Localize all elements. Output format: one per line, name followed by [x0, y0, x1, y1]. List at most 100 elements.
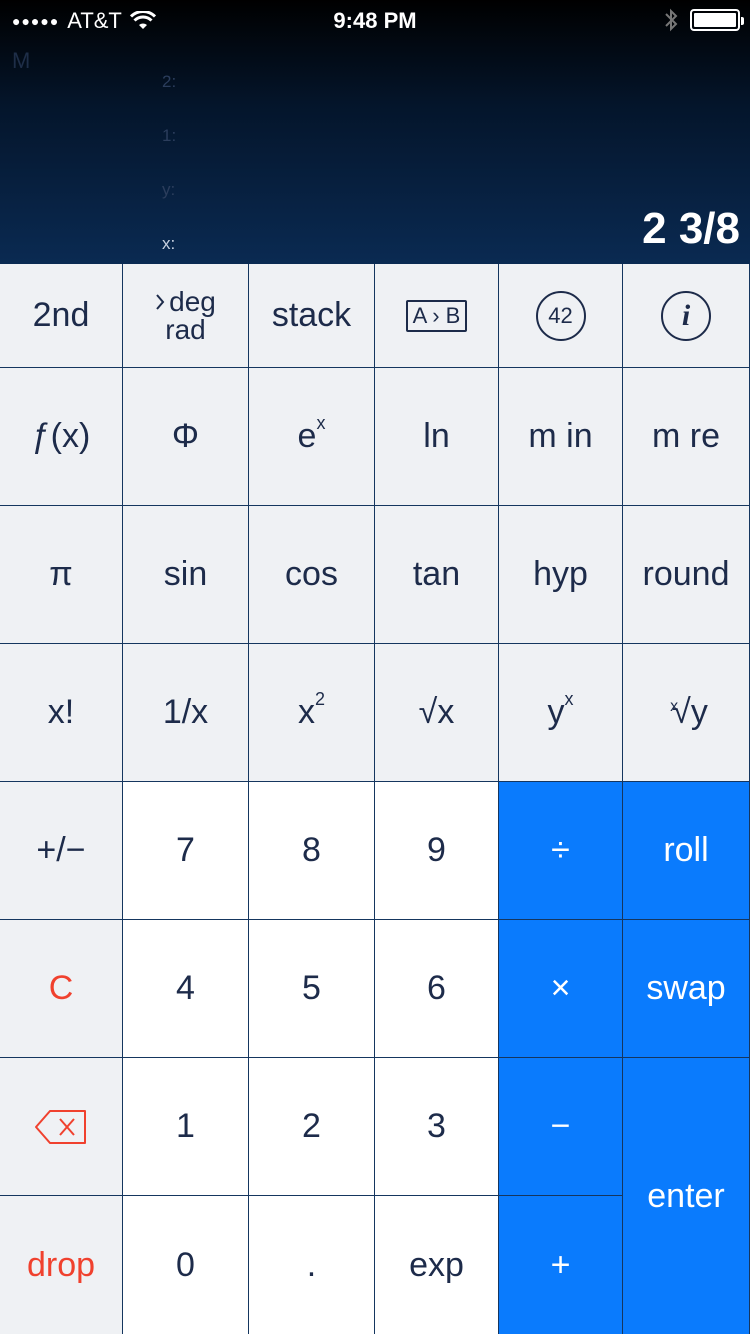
memory-in-button[interactable]: m in: [499, 368, 623, 506]
nth-root-label: x√y: [670, 693, 708, 731]
sin-label: sin: [163, 555, 208, 593]
second-function-button[interactable]: 2nd: [0, 264, 123, 368]
nth-root-button[interactable]: x√y: [623, 644, 750, 782]
square-root-button[interactable]: √x: [375, 644, 499, 782]
plus-minus-button[interactable]: +/−: [0, 782, 123, 920]
enter-label: enter: [647, 1176, 725, 1215]
round-button[interactable]: round: [623, 506, 750, 644]
angle-mode-button[interactable]: deg rad: [123, 264, 249, 368]
battery-icon: [690, 9, 744, 31]
exponent-label: exp: [409, 1245, 464, 1284]
square-root-label: √x: [418, 693, 455, 731]
tan-label: tan: [412, 555, 461, 593]
power-button[interactable]: yx: [499, 644, 623, 782]
hyp-button[interactable]: hyp: [499, 506, 623, 644]
digit-2-label: 2: [302, 1107, 321, 1145]
round-label: round: [642, 555, 730, 593]
multiply-label: ×: [550, 969, 571, 1007]
drop-button[interactable]: drop: [0, 1196, 123, 1334]
plus-button[interactable]: +: [499, 1196, 623, 1334]
deg-label: deg: [169, 285, 216, 317]
backspace-icon: [35, 1109, 86, 1144]
digit-6-button[interactable]: 6: [375, 920, 499, 1058]
reciprocal-button[interactable]: 1/x: [123, 644, 249, 782]
cos-button[interactable]: cos: [249, 506, 375, 644]
digit-3-button[interactable]: 3: [375, 1058, 499, 1196]
phi-button[interactable]: Φ: [123, 368, 249, 506]
plus-label: +: [550, 1245, 571, 1284]
minus-button[interactable]: −: [499, 1058, 623, 1196]
enter-button[interactable]: enter: [623, 1058, 750, 1334]
stack-label-1: 1:: [162, 126, 177, 145]
divide-button[interactable]: ÷: [499, 782, 623, 920]
info-icon: i: [661, 290, 711, 341]
digit-0-button[interactable]: 0: [123, 1196, 249, 1334]
stack-button[interactable]: stack: [249, 264, 375, 368]
memory-recall-button[interactable]: m re: [623, 368, 750, 506]
memory-in-label: m in: [528, 417, 593, 455]
function-button[interactable]: ƒ(x): [0, 368, 123, 506]
decimal-button[interactable]: .: [249, 1196, 375, 1334]
roll-button[interactable]: roll: [623, 782, 750, 920]
plus-minus-label: +/−: [36, 831, 86, 869]
digit-2-button[interactable]: 2: [249, 1058, 375, 1196]
reciprocal-label: 1/x: [162, 693, 209, 731]
minus-label: −: [550, 1107, 571, 1145]
digit-7-label: 7: [176, 831, 195, 869]
power-label: yx: [547, 688, 574, 731]
result-value: 2 3/8: [642, 204, 740, 253]
swap-label: swap: [646, 969, 726, 1007]
square-button[interactable]: x2: [249, 644, 375, 782]
digit-1-button[interactable]: 1: [123, 1058, 249, 1196]
tan-button[interactable]: tan: [375, 506, 499, 644]
digit-4-label: 4: [176, 969, 195, 1007]
roll-label: roll: [663, 831, 709, 869]
digit-4-button[interactable]: 4: [123, 920, 249, 1058]
sin-button[interactable]: sin: [123, 506, 249, 644]
info-button[interactable]: i: [623, 264, 750, 368]
digit-0-label: 0: [176, 1245, 195, 1284]
digit-8-label: 8: [302, 831, 321, 869]
clear-button[interactable]: C: [0, 920, 123, 1058]
stack-label-x: x:: [162, 234, 176, 253]
digit-1-label: 1: [176, 1107, 195, 1145]
memory-indicator: M: [12, 48, 31, 73]
second-label: 2nd: [32, 296, 90, 334]
stack-label-y: y:: [162, 180, 176, 199]
hyp-label: hyp: [533, 555, 588, 593]
constant-button[interactable]: 42: [499, 264, 623, 368]
pi-label: π: [49, 555, 73, 593]
keypad: 2nd deg rad stack A › B 42 i ƒ(x) Φ ex l…: [0, 264, 750, 1334]
clear-label: C: [48, 969, 74, 1007]
digit-8-button[interactable]: 8: [249, 782, 375, 920]
display-area: ●●●●● AT&T 9:48 PM M 2: 1: y: x: 2 3/8: [0, 0, 750, 264]
a-to-b-button[interactable]: A › B: [375, 264, 499, 368]
exponent-button[interactable]: exp: [375, 1196, 499, 1334]
digit-7-button[interactable]: 7: [123, 782, 249, 920]
digit-6-label: 6: [427, 969, 446, 1007]
digit-9-label: 9: [427, 831, 446, 869]
divide-label: ÷: [551, 831, 570, 869]
exp-e-button[interactable]: ex: [249, 368, 375, 506]
deg-row: deg: [155, 285, 216, 317]
backspace-button[interactable]: [0, 1058, 123, 1196]
cos-label: cos: [285, 555, 338, 593]
square-label: x2: [297, 688, 325, 731]
factorial-button[interactable]: x!: [0, 644, 123, 782]
drop-label: drop: [26, 1245, 96, 1284]
rad-label: rad: [165, 313, 206, 345]
ln-button[interactable]: ln: [375, 368, 499, 506]
stack-label: stack: [271, 296, 352, 334]
digit-9-button[interactable]: 9: [375, 782, 499, 920]
digit-3-label: 3: [427, 1107, 446, 1145]
exp-e-label: ex: [297, 412, 326, 455]
bluetooth-icon: [665, 8, 678, 32]
stack-label-2: 2:: [162, 72, 177, 91]
factorial-label: x!: [47, 693, 75, 731]
status-time: 9:48 PM: [333, 8, 417, 33]
swap-button[interactable]: swap: [623, 920, 750, 1058]
digit-5-button[interactable]: 5: [249, 920, 375, 1058]
multiply-button[interactable]: ×: [499, 920, 623, 1058]
pi-button[interactable]: π: [0, 506, 123, 644]
status-right: [664, 8, 744, 32]
